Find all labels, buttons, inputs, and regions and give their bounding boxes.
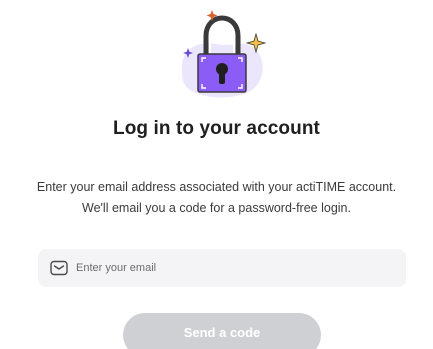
page-title: Log in to your account: [113, 118, 320, 139]
padlock-illustration: [181, 10, 267, 98]
send-code-button[interactable]: Send a code: [123, 313, 321, 349]
description-line-1: Enter your email address associated with…: [36, 180, 397, 194]
email-field[interactable]: [38, 249, 406, 287]
envelope-icon: [50, 260, 68, 276]
email-input[interactable]: [76, 249, 396, 287]
login-page: Log in to your account Enter your email …: [0, 0, 433, 349]
description-line-2: We'll email you a code for a password-fr…: [82, 201, 351, 215]
